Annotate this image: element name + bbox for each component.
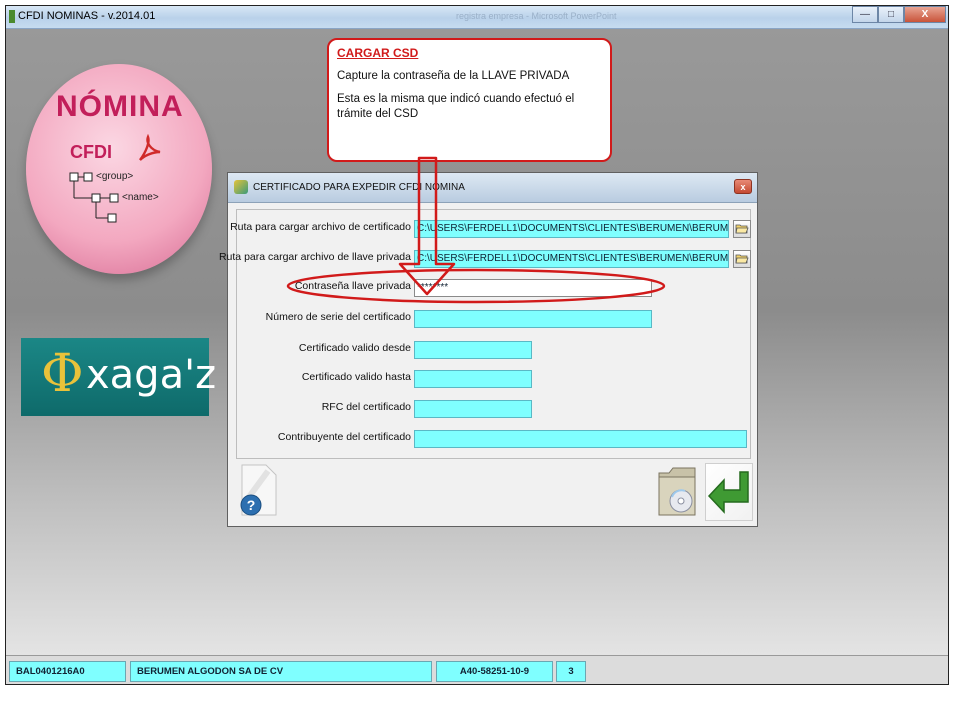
folder-open-icon bbox=[735, 254, 749, 264]
title-bar: CFDI NOMINAS - v.2014.01 registra empres… bbox=[6, 6, 948, 29]
xagaz-logo: Φ xaga'z bbox=[21, 338, 216, 416]
browse-key-button[interactable] bbox=[733, 250, 751, 268]
load-csd-button[interactable] bbox=[655, 463, 699, 518]
dialog-title: CERTIFICADO PARA EXPEDIR CFDI NOMINA bbox=[253, 182, 465, 193]
app-window: CFDI NOMINAS - v.2014.01 registra empres… bbox=[5, 5, 949, 685]
valid-from-field[interactable] bbox=[414, 341, 532, 359]
background-window-title: registra empresa - Microsoft PowerPoint bbox=[456, 11, 617, 21]
xml-tree-graphic: <group> <name> bbox=[68, 170, 178, 230]
callout-line-2: Esta es la misma que indicó cuando efect… bbox=[337, 93, 575, 120]
close-window-button[interactable]: X bbox=[904, 6, 946, 23]
pdf-icon bbox=[136, 133, 162, 169]
help-button[interactable]: ? bbox=[236, 463, 280, 518]
tree-name-label: <name> bbox=[122, 192, 159, 203]
help-icon: ? bbox=[240, 464, 277, 516]
dialog-app-icon bbox=[234, 180, 248, 194]
phi-symbol: Φ bbox=[41, 344, 84, 404]
certificate-dialog: CERTIFICADO PARA EXPEDIR CFDI NOMINA x R… bbox=[219, 172, 758, 527]
key-path-label: Ruta para cargar archivo de llave privad… bbox=[218, 251, 411, 263]
password-label: Contraseña llave privada bbox=[294, 280, 411, 292]
maximize-button[interactable]: □ bbox=[878, 6, 904, 23]
serial-label: Número de serie del certificado bbox=[265, 311, 411, 323]
rfc-label: RFC del certificado bbox=[321, 401, 411, 413]
disk-icon bbox=[658, 467, 696, 516]
instruction-callout: CARGAR CSD Capture la contraseña de la L… bbox=[327, 38, 612, 162]
xagaz-brand-text: xaga'z bbox=[86, 352, 217, 398]
window-controls: — □ X bbox=[852, 6, 946, 24]
cert-path-field[interactable]: C:\USERS\FERDELL1\DOCUMENTS\CLIENTES\BER… bbox=[414, 220, 729, 238]
key-path-field[interactable]: C:\USERS\FERDELL1\DOCUMENTS\CLIENTES\BER… bbox=[414, 250, 729, 268]
serial-field[interactable] bbox=[414, 310, 652, 328]
status-number: 3 bbox=[556, 661, 586, 682]
nomina-logo-title: NÓMINA bbox=[56, 90, 184, 123]
dialog-close-button[interactable]: x bbox=[734, 179, 752, 194]
minimize-button[interactable]: — bbox=[852, 6, 878, 23]
nomina-logo: NÓMINA CFDI <group> <name> bbox=[26, 64, 212, 274]
taxpayer-field[interactable] bbox=[414, 430, 747, 448]
svg-text:?: ? bbox=[247, 497, 256, 513]
folder-open-icon bbox=[735, 224, 749, 234]
cfdi-logo-text: CFDI bbox=[70, 142, 112, 162]
password-field[interactable]: ******** bbox=[414, 279, 652, 297]
status-bar: BAL0401216A0 BERUMEN ALGODON SA DE CV A4… bbox=[6, 655, 948, 684]
status-registro: A40-58251-10-9 bbox=[436, 661, 553, 682]
callout-title: CARGAR CSD bbox=[337, 46, 419, 60]
enter-arrow-icon bbox=[707, 471, 749, 514]
form-frame: Ruta para cargar archivo de certificado … bbox=[219, 209, 751, 459]
status-company: BERUMEN ALGODON SA DE CV bbox=[130, 661, 432, 682]
valid-from-label: Certificado valido desde bbox=[298, 342, 411, 354]
rfc-field[interactable] bbox=[414, 400, 532, 418]
callout-line-1: Capture la contraseña de la LLAVE PRIVAD… bbox=[337, 70, 570, 82]
accept-button[interactable] bbox=[705, 463, 753, 521]
status-rfc: BAL0401216A0 bbox=[9, 661, 126, 682]
valid-to-label: Certificado valido hasta bbox=[301, 371, 411, 383]
browse-cert-button[interactable] bbox=[733, 220, 751, 238]
dialog-title-bar: CERTIFICADO PARA EXPEDIR CFDI NOMINA x bbox=[228, 173, 757, 203]
valid-to-field[interactable] bbox=[414, 370, 532, 388]
tree-group-label: <group> bbox=[96, 171, 134, 182]
taxpayer-label: Contribuyente del certificado bbox=[277, 431, 411, 443]
app-icon bbox=[9, 10, 15, 23]
window-title: CFDI NOMINAS - v.2014.01 bbox=[18, 10, 156, 22]
cert-path-label: Ruta para cargar archivo de certificado bbox=[230, 221, 411, 233]
